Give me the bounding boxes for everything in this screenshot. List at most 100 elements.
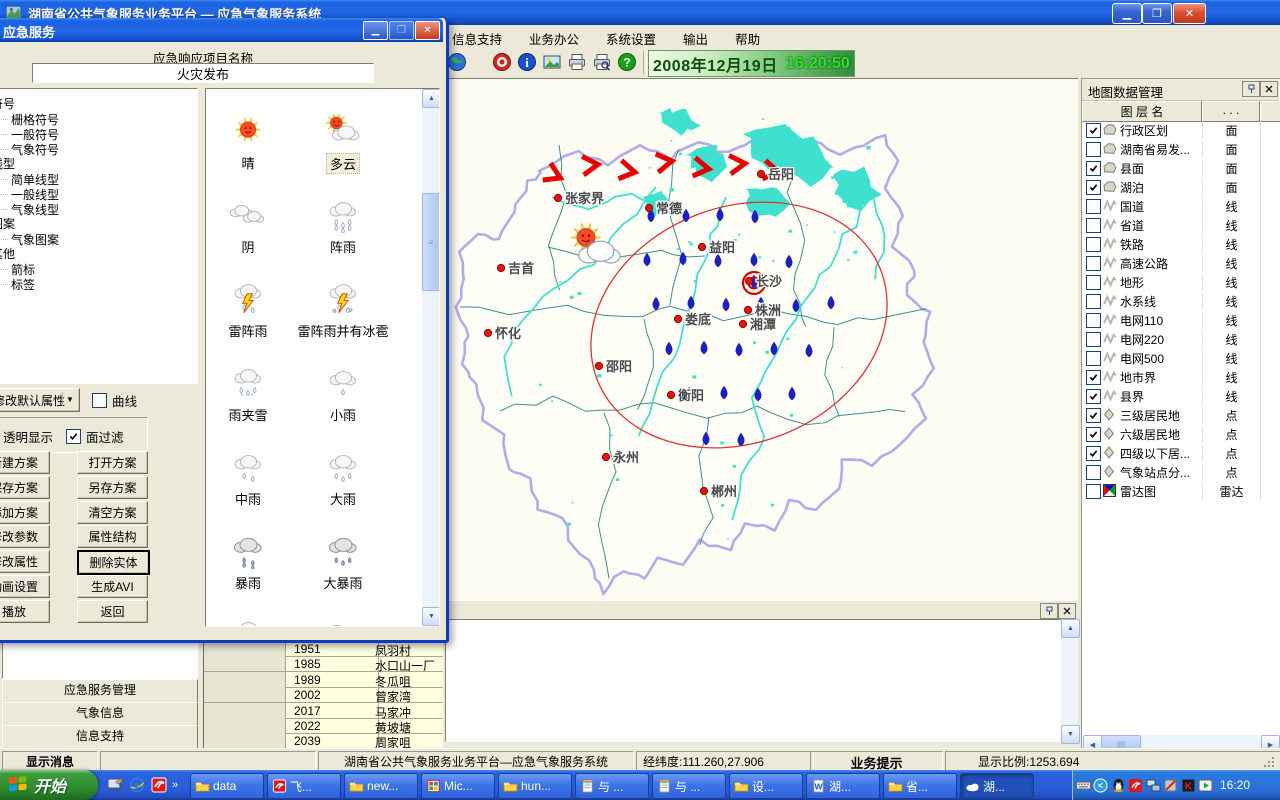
weather-symbol-晴[interactable]: 晴 (208, 97, 288, 172)
layer-row-六级居民地[interactable]: 六级居民地 点 (1082, 424, 1279, 443)
audio-muted-icon[interactable] (1163, 778, 1178, 793)
layer-row-水系线[interactable]: 水系线 线 (1082, 291, 1279, 310)
weather-symbol-雨夹雪[interactable]: **雨夹雪 (208, 349, 288, 424)
tree-item-0[interactable]: 符号 (0, 97, 197, 112)
table-row[interactable]: 2017 马家冲 (204, 703, 443, 719)
taskbar-button-3[interactable]: Mic... (421, 773, 495, 799)
tree-item-1[interactable]: 栅格符号 (0, 112, 197, 127)
dialog-button-修改属性[interactable]: 修改属性 (0, 550, 50, 573)
network-icon[interactable] (1146, 778, 1161, 793)
tree-item-10[interactable]: 其他 (0, 247, 197, 262)
dialog-button-动画设置[interactable]: 动画设置 (0, 575, 50, 598)
menu-item-3[interactable]: 输出 (683, 25, 708, 48)
layer-checkbox[interactable] (1086, 142, 1101, 157)
layer-col-name[interactable]: 图 层 名 (1082, 101, 1202, 122)
layer-checkbox[interactable] (1086, 180, 1101, 195)
start-button[interactable]: 开始 (0, 770, 98, 800)
layer-row-湖泊[interactable]: 湖泊 面 (1082, 177, 1279, 196)
weather-symbol-暴雨[interactable]: 暴雨 (208, 517, 288, 592)
minimize-button[interactable]: ▁ (1112, 3, 1142, 24)
print-icon[interactable] (566, 51, 588, 73)
weather-symbol-雷阵雨[interactable]: 雷阵雨 (208, 265, 288, 340)
table-row[interactable]: 2039 周家咀 (204, 733, 443, 749)
dialog-button-新建方案[interactable]: 新建方案 (0, 451, 50, 474)
symbol-tree-panel[interactable]: 符号栅格符号一般符号气象符号线型简单线型一般线型气象线型图案气象图案其他箭标标签 (0, 88, 198, 384)
close-button[interactable]: ✕ (1173, 3, 1206, 24)
layer-row-电网110[interactable]: 电网110 线 (1082, 310, 1279, 329)
curve-checkbox[interactable]: 曲线 (92, 391, 137, 410)
dialog-button-播放[interactable]: 播放 (0, 600, 50, 623)
weather-symbol-partial-12[interactable] (208, 601, 288, 627)
pin-icon[interactable] (1242, 81, 1260, 97)
taskbar-button-4[interactable]: hun... (498, 773, 572, 799)
layer-checkbox[interactable] (1086, 389, 1101, 404)
sidebar-item-气象信息[interactable]: 气象信息 (2, 702, 198, 726)
table-row[interactable]: 1989 冬瓜咀 (204, 672, 443, 688)
dialog-titlebar[interactable]: 应急服务 ▁ ❐ ✕ (0, 18, 443, 42)
face-filter-checkbox[interactable]: 面过滤 (66, 427, 124, 446)
dialog-button-返回[interactable]: 返回 (77, 600, 148, 623)
layer-checkbox[interactable] (1086, 370, 1101, 385)
default-attr-dropdown[interactable]: 修改默认属性 ▼ (0, 388, 80, 412)
checkbox-icon[interactable] (66, 429, 81, 444)
project-name-input[interactable] (32, 63, 374, 83)
weather-symbol-大雨[interactable]: 大雨 (288, 433, 398, 508)
dialog-button-清空方案[interactable]: 清空方案 (77, 501, 148, 524)
taskbar-button-2[interactable]: new... (344, 773, 418, 799)
taskbar-button-6[interactable]: 与 ... (652, 773, 726, 799)
layer-row-三级居民地[interactable]: 三级居民地 点 (1082, 405, 1279, 424)
checkbox-icon[interactable] (92, 393, 107, 408)
layer-checkbox[interactable] (1086, 484, 1101, 499)
layer-checkbox[interactable] (1086, 237, 1101, 252)
scroll-up-icon[interactable]: ▲ (1061, 619, 1080, 638)
dialog-button-属性结构[interactable]: 属性结构 (77, 525, 148, 548)
layer-checkbox[interactable] (1086, 199, 1101, 214)
show-desktop-icon[interactable] (106, 776, 124, 794)
restore-button[interactable]: ❐ (1142, 3, 1172, 24)
menu-item-1[interactable]: 业务办公 (529, 25, 579, 48)
layer-checkbox[interactable] (1086, 161, 1101, 176)
weather-symbol-小雨[interactable]: 小雨 (288, 349, 398, 424)
taskbar-button-1[interactable]: 飞... (267, 773, 341, 799)
layer-checkbox[interactable] (1086, 275, 1101, 290)
layer-checkbox[interactable] (1086, 408, 1101, 423)
scroll-down-icon[interactable]: ▼ (1061, 725, 1080, 744)
pin-icon[interactable] (1040, 603, 1058, 619)
layer-checkbox[interactable] (1086, 256, 1101, 271)
fetion-tray-icon[interactable] (1128, 778, 1143, 793)
dialog-button-另存方案[interactable]: 另存方案 (77, 476, 148, 499)
weather-symbol-多云[interactable]: 多云 (288, 97, 398, 174)
sidebar-item-信息支持[interactable]: 信息支持 (2, 725, 198, 749)
keyboard-icon[interactable] (1076, 778, 1091, 793)
info-icon[interactable]: i (516, 51, 538, 73)
sidebar-item-应急服务管理[interactable]: 应急服务管理 (2, 679, 198, 703)
globe-icon[interactable] (446, 51, 468, 73)
weather-symbol-雷阵雨并有冰雹[interactable]: 雷阵雨并有冰雹 (288, 265, 398, 340)
layer-checkbox[interactable] (1086, 218, 1101, 233)
dialog-button-生成AVI[interactable]: 生成AVI (77, 575, 148, 598)
layer-row-县面[interactable]: 县面 面 (1082, 158, 1279, 177)
print-preview-icon[interactable] (591, 51, 613, 73)
taskbar-button-7[interactable]: 设... (729, 773, 803, 799)
layer-row-高速公路[interactable]: 高速公路 线 (1082, 253, 1279, 272)
weather-symbol-panel[interactable]: 晴多云阴阵雨雷阵雨雷阵雨并有冰雹**雨夹雪小雨中雨大雨暴雨大暴雨 ▲ ≡ ▼ (205, 88, 440, 627)
table-row[interactable]: 1985 水口山一厂 (204, 656, 443, 672)
menu-item-0[interactable]: 信息支持 (452, 25, 502, 48)
scroll-up-icon[interactable]: ▲ (422, 89, 440, 108)
taskbar-button-5[interactable]: 与 ... (575, 773, 649, 799)
close-panel-icon[interactable] (1058, 603, 1076, 619)
tree-item-7[interactable]: 气象线型 (0, 202, 197, 217)
image-icon[interactable] (541, 51, 563, 73)
taskbar-button-9[interactable]: 省... (883, 773, 957, 799)
layer-col-type[interactable]: . . . (1202, 101, 1260, 122)
dialog-button-删除实体[interactable]: 删除实体 (77, 550, 150, 575)
symbol-vscrollbar[interactable]: ▲ ≡ ▼ (422, 89, 439, 624)
tree-item-11[interactable]: 箭标 (0, 262, 197, 277)
layer-row-电网500[interactable]: 电网500 线 (1082, 348, 1279, 367)
dialog-maximize-button[interactable]: ❐ (389, 21, 414, 40)
fetion-icon[interactable] (150, 776, 168, 794)
dialog-button-修改参数[interactable]: 修改参数 (0, 525, 50, 548)
dialog-minimize-button[interactable]: ▁ (363, 21, 388, 40)
taskbar-button-0[interactable]: data (190, 773, 264, 799)
tree-item-3[interactable]: 气象符号 (0, 142, 197, 157)
